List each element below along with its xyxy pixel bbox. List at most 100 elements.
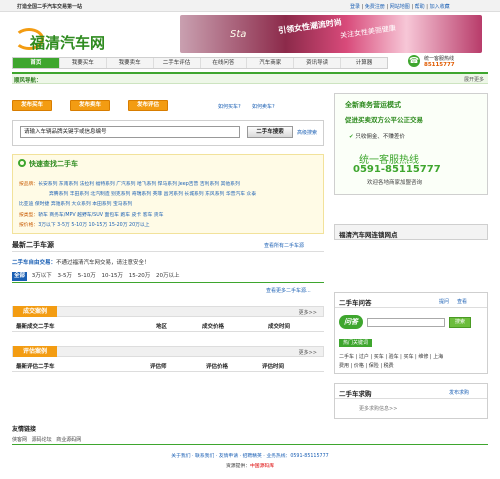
quick-nav-bar: 顺风导航： 展开更多 xyxy=(12,72,488,84)
deals-title: 成交案例 xyxy=(13,306,57,317)
trade-notice: 二手车自由交易：不通过福清汽车网交易，请注意安全！ xyxy=(12,258,150,266)
friend-link-1[interactable]: 侠客网 xyxy=(12,437,27,443)
footer-links[interactable]: 关于我们 · 联系我们 · 友情申请 · 招聘精英 · 业务热线：0591-85… xyxy=(0,452,500,459)
divider xyxy=(12,282,324,283)
quick-find-panel: 快速查找二手车 按品牌：长安系列 东南系列 法拉利 福特系列 广汽系列 哈飞系列… xyxy=(12,154,324,234)
evals-header: 评估案例 更多>> xyxy=(12,346,324,357)
footer-support-label: 资源提供： xyxy=(226,464,250,469)
nav-item-buy[interactable]: 我要买车 xyxy=(60,58,107,68)
banner-text-1: 引领女性潮流时尚 xyxy=(277,17,343,36)
trade-notice-text: 不通过福清汽车网交易，请注意安全！ xyxy=(56,260,150,266)
hot-keywords-label: 热门关键词 xyxy=(339,339,373,347)
ad-subtitle: 促进买卖双方公平公正交易 xyxy=(345,116,423,124)
search-input[interactable]: 请输入车辆品牌关键字或信息编号 xyxy=(20,126,240,138)
how-to-sell-link[interactable]: 如何卖车? xyxy=(252,103,275,110)
deals-more-link[interactable]: 更多>> xyxy=(299,309,317,316)
nav-item-home[interactable]: 首页 xyxy=(13,58,60,68)
register-link[interactable]: 免费注册 xyxy=(365,4,385,10)
post-buy-request-link[interactable]: 发布求购 xyxy=(449,389,469,396)
deals-col-car: 最新成交二手车 xyxy=(16,324,55,330)
tab-price-6[interactable]: 20万以上 xyxy=(156,273,180,279)
divider xyxy=(12,371,324,372)
tab-all[interactable]: 全部 xyxy=(12,272,28,281)
evals-col-car: 最新评估二手车 xyxy=(16,364,55,370)
divider xyxy=(12,251,324,252)
footer-support-link[interactable]: 中国源码库 xyxy=(250,464,274,469)
network-panel: 福清汽车网连锁网点 xyxy=(334,224,488,240)
check-icon: ✔ xyxy=(349,134,354,140)
nav-item-calculator[interactable]: 计算器 xyxy=(341,58,387,68)
friend-link-3[interactable]: 商业源码网 xyxy=(56,437,81,443)
evals-col-appraiser: 评估师 xyxy=(150,364,167,370)
qa-panel: 二手车问答 提问 查看 问答 搜索 热门关键词 二手车 | 过户 | 买车 | … xyxy=(334,292,488,374)
search-button[interactable]: 二手车搜索 xyxy=(247,126,293,138)
right-welcome: 欢迎各地商家加盟咨询 xyxy=(367,180,423,186)
post-sell-button[interactable]: 发布卖车 xyxy=(70,100,110,111)
brand-row-2: 奔腾系列 丰田系列 北汽制造 别克系列 奇瑞系列 英菲 昌河系列 长城系列 东风… xyxy=(49,192,256,198)
phone-icon: ☎ xyxy=(408,55,420,67)
header-hotline: ☎ 统一客服热线 85115777 xyxy=(408,54,488,72)
deals-col-time: 成交时间 xyxy=(268,324,291,330)
evals-col-time: 评估时间 xyxy=(262,364,285,370)
deals-header: 成交案例 更多>> xyxy=(12,306,324,317)
divider xyxy=(335,398,487,399)
deals-col-region: 地区 xyxy=(156,324,168,330)
nav-item-qa[interactable]: 在线问答 xyxy=(201,58,248,68)
header-hotline-label: 统一客服热线 xyxy=(424,56,455,62)
brand-links-1[interactable]: 长安系列 东南系列 法拉利 福特系列 广汽系列 哈飞系列 悍马系列 Jeep吉普… xyxy=(38,182,240,187)
tab-price-3[interactable]: 5-10万 xyxy=(78,273,96,279)
header-hotline-number: 85115777 xyxy=(424,62,455,68)
price-links[interactable]: 3万以下 3-5万 5-10万 10-15万 15-20万 20万以上 xyxy=(38,223,149,228)
ad-bullet-text: 只收佣金、不赚差价 xyxy=(355,134,405,140)
deals-col-price: 成交价格 xyxy=(202,324,225,330)
hot-keywords-1[interactable]: 二手车 | 过户 | 买车 | 验车 | 买车 | 维修 | 上海 xyxy=(339,353,443,360)
post-buy-button[interactable]: 发布买车 xyxy=(12,100,52,111)
quick-nav-title: 顺风导航： xyxy=(14,78,42,84)
brand-links-3[interactable]: 比亚迪 保时捷 奔驰系列 大众系列 本田系列 宝马系列 xyxy=(19,202,132,207)
price-row: 按价格：3万以下 3-5万 5-10万 10-15万 15-20万 20万以上 xyxy=(19,223,150,229)
top-links: 登录 | 免费注册 | 网站地图 | 帮助 | 加入收藏 xyxy=(350,4,450,10)
evals-more-link[interactable]: 更多>> xyxy=(299,349,317,356)
divider xyxy=(335,307,487,308)
nav-item-news[interactable]: 资讯导读 xyxy=(294,58,342,68)
qa-ask-link[interactable]: 提问 xyxy=(439,298,449,305)
search-icon xyxy=(18,159,26,167)
tab-price-1[interactable]: 3万以下 xyxy=(32,273,52,279)
all-cars-link[interactable]: 查看所有二手车源 xyxy=(264,242,304,249)
qa-search-button[interactable]: 搜索 xyxy=(449,317,471,328)
brand-links-2[interactable]: 奔腾系列 丰田系列 北汽制造 别克系列 奇瑞系列 英菲 昌河系列 长城系列 东风… xyxy=(49,192,256,197)
expand-more-link[interactable]: 展开更多 xyxy=(464,76,484,83)
site-logo[interactable]: 福清汽车网 xyxy=(14,26,112,54)
friend-link-2[interactable]: 源码论坛 xyxy=(32,437,52,443)
nav-item-dealers[interactable]: 汽车商家 xyxy=(247,58,295,68)
login-link[interactable]: 登录 xyxy=(350,4,360,10)
help-link[interactable]: 帮助 xyxy=(415,4,425,10)
logo-text: 福清汽车网 xyxy=(30,34,106,52)
buy-request-panel: 二手车求购 发布求购 更多求购信息>> xyxy=(334,383,488,419)
footer-divider xyxy=(12,444,488,445)
more-buy-requests-link[interactable]: 更多求购信息>> xyxy=(359,405,397,412)
qa-view-link[interactable]: 查看 xyxy=(457,298,467,305)
advanced-search-link[interactable]: 高级搜索 xyxy=(297,129,317,136)
sitemap-link[interactable]: 网站地图 xyxy=(390,4,410,10)
qa-search-input[interactable] xyxy=(367,318,445,327)
type-links[interactable]: 轿车 商务车/MPV 越野车/SUV 面包车 跑车 皮卡 客车 货车 xyxy=(38,213,163,218)
banner-text-2: 关注女性美丽健康 xyxy=(339,24,397,40)
ad-banner[interactable]: Sta 引领女性潮流时尚 关注女性美丽健康 xyxy=(180,15,482,53)
tab-price-2[interactable]: 3-5万 xyxy=(58,273,72,279)
buy-request-title: 二手车求购 xyxy=(339,390,372,398)
post-evaluate-button[interactable]: 发布评估 xyxy=(128,100,168,111)
hot-keywords-2[interactable]: 费用 | 价格 | 保险 | 税费 xyxy=(339,362,394,369)
ad-title: 全新商务营运模式 xyxy=(345,101,401,109)
favorite-link[interactable]: 加入收藏 xyxy=(430,4,450,10)
nav-item-sell[interactable]: 我要卖车 xyxy=(107,58,154,68)
main-nav: 首页 我要买车 我要卖车 二手车评估 在线问答 汽车商家 资讯导读 计算器 xyxy=(12,57,388,69)
tab-price-5[interactable]: 15-20万 xyxy=(129,273,150,279)
more-cars-link[interactable]: 查看更多二手车源... xyxy=(266,287,311,294)
ad-bullet: ✔ 只收佣金、不赚差价 xyxy=(349,132,405,140)
nav-item-evaluate[interactable]: 二手车评估 xyxy=(154,58,201,68)
type-row: 按类型：轿车 商务车/MPV 越野车/SUV 面包车 跑车 皮卡 客车 货车 xyxy=(19,213,163,219)
tab-price-4[interactable]: 10-15万 xyxy=(101,273,122,279)
qa-title: 二手车问答 xyxy=(339,299,372,307)
how-to-buy-link[interactable]: 如何买车? xyxy=(218,103,241,110)
